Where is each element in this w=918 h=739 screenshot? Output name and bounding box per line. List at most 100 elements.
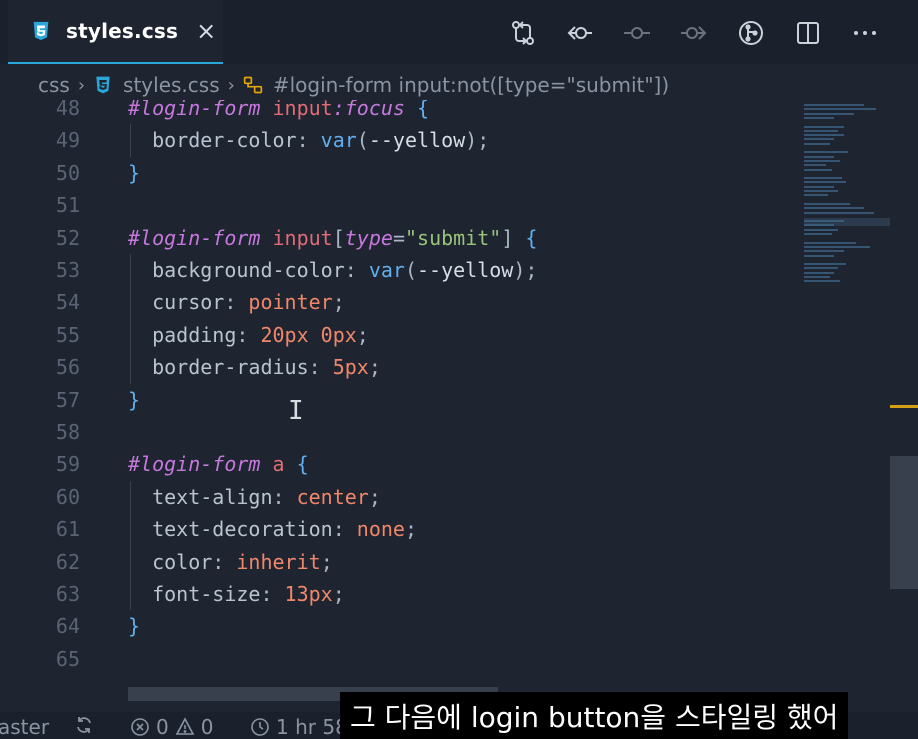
breadcrumb: css › styles.css › #login-form input:not… xyxy=(38,70,669,100)
minimap-line xyxy=(804,250,844,253)
line-number: 63 xyxy=(55,582,80,606)
minimap-line xyxy=(804,177,842,180)
code-token: { xyxy=(525,225,538,250)
code-token: ; xyxy=(368,484,381,509)
code-token: #login-form xyxy=(128,100,273,120)
line-number: 58 xyxy=(55,420,80,444)
code-token: ( xyxy=(404,258,418,282)
line-number: 52 xyxy=(55,225,80,250)
tab-styles-css[interactable]: styles.css × xyxy=(8,0,223,64)
vertical-scrollbar[interactable] xyxy=(890,100,918,685)
code-text: #login-form input[type="submit"] { xyxy=(128,226,537,250)
branch-name: aster xyxy=(0,715,50,739)
error-icon xyxy=(131,718,149,736)
minimap-line xyxy=(804,151,848,154)
git-lens-icon[interactable] xyxy=(734,16,768,50)
minimap-line xyxy=(804,181,846,184)
code-token: = xyxy=(392,225,405,250)
code-token: : xyxy=(212,549,237,574)
minimap-line xyxy=(804,194,828,197)
minimap-line xyxy=(804,271,834,274)
error-count: 0 xyxy=(156,715,169,739)
code-token: { xyxy=(417,100,430,120)
code-token: ; xyxy=(332,582,345,606)
code-token: border-color xyxy=(128,128,297,153)
code-token: : xyxy=(236,322,261,347)
compare-changes-icon[interactable] xyxy=(506,16,540,50)
css-selector-icon xyxy=(243,76,262,94)
timeline-icon[interactable] xyxy=(620,16,654,50)
previous-change-icon[interactable] xyxy=(563,16,597,50)
minimap-line xyxy=(804,207,864,210)
breadcrumb-file[interactable]: styles.css xyxy=(123,73,220,97)
code-text: #login-form a { xyxy=(128,452,309,476)
problems-indicator[interactable]: 0 0 xyxy=(130,715,213,739)
code-token: [ xyxy=(332,225,345,250)
code-token: } xyxy=(128,160,141,185)
code-text: border-color: var(--yellow); xyxy=(128,128,489,152)
breadcrumb-symbol[interactable]: #login-form input:not([type="submit"]) xyxy=(273,73,669,97)
line-number: 51 xyxy=(55,193,80,218)
line-number: 57 xyxy=(55,387,80,412)
code-editor[interactable]: 48 #login-form input:focus {49 border-col… xyxy=(0,100,890,685)
tab-bar: styles.css × xyxy=(0,0,918,64)
code-token: cursor xyxy=(128,290,225,315)
minimap-line xyxy=(804,155,834,158)
code-token: : xyxy=(332,517,357,542)
code-token: a xyxy=(272,452,297,477)
sync-icon[interactable] xyxy=(74,715,100,735)
line-number: 50 xyxy=(55,160,80,185)
editor-actions xyxy=(506,16,905,50)
code-token: inherit xyxy=(236,549,321,574)
code-token: ; xyxy=(332,290,345,315)
minimap-line xyxy=(804,138,834,141)
code-token: 20px 0px xyxy=(260,322,357,347)
code-token: } xyxy=(128,614,141,639)
code-token: background-color xyxy=(128,258,345,282)
line-number: 53 xyxy=(55,258,80,282)
close-icon[interactable]: × xyxy=(196,17,216,45)
minimap-line xyxy=(804,159,840,162)
status-branch[interactable]: aster xyxy=(0,715,49,739)
code-text: background-color: var(--yellow); xyxy=(128,258,537,282)
code-text: text-align: center; xyxy=(128,485,381,509)
chevron-right-icon: › xyxy=(227,74,235,96)
minimap-line xyxy=(804,254,834,257)
split-editor-icon[interactable] xyxy=(791,16,825,50)
line-number: 60 xyxy=(55,484,80,509)
minimap-line xyxy=(804,267,838,270)
code-token: ; xyxy=(404,517,418,542)
next-change-icon[interactable] xyxy=(677,16,711,50)
minimap-line xyxy=(804,129,838,132)
line-number: 64 xyxy=(55,614,80,639)
warning-icon xyxy=(175,717,195,735)
minimap-line xyxy=(804,125,844,128)
minimap-line xyxy=(804,168,832,171)
code-token: --yellow xyxy=(368,128,466,153)
code-token: text-align xyxy=(128,484,273,509)
minimap-line xyxy=(804,185,834,188)
code-token: #login-form xyxy=(128,452,273,477)
breadcrumb-folder[interactable]: css xyxy=(38,73,70,97)
line-number: 61 xyxy=(55,517,80,542)
more-actions-icon[interactable] xyxy=(848,16,882,50)
code-token: "submit" xyxy=(404,225,502,250)
minimap-line xyxy=(804,220,844,223)
code-text: font-size: 13px; xyxy=(128,582,345,606)
css-file-icon xyxy=(33,21,49,41)
minimap[interactable] xyxy=(804,100,890,290)
line-number: 55 xyxy=(55,322,80,347)
code-token: var xyxy=(368,258,405,282)
code-token: : xyxy=(308,355,333,380)
line-number: 48 xyxy=(55,100,80,120)
minimap-line xyxy=(804,280,840,283)
code-token: : xyxy=(260,582,285,606)
indent-guide xyxy=(130,480,131,611)
minimap-line xyxy=(804,202,850,205)
scroll-thumb[interactable] xyxy=(890,456,918,589)
line-number: 49 xyxy=(55,128,80,153)
code-token: var xyxy=(320,128,357,153)
code-token: color xyxy=(128,549,213,574)
code-token: input xyxy=(272,225,333,250)
minimap-line xyxy=(804,224,834,227)
